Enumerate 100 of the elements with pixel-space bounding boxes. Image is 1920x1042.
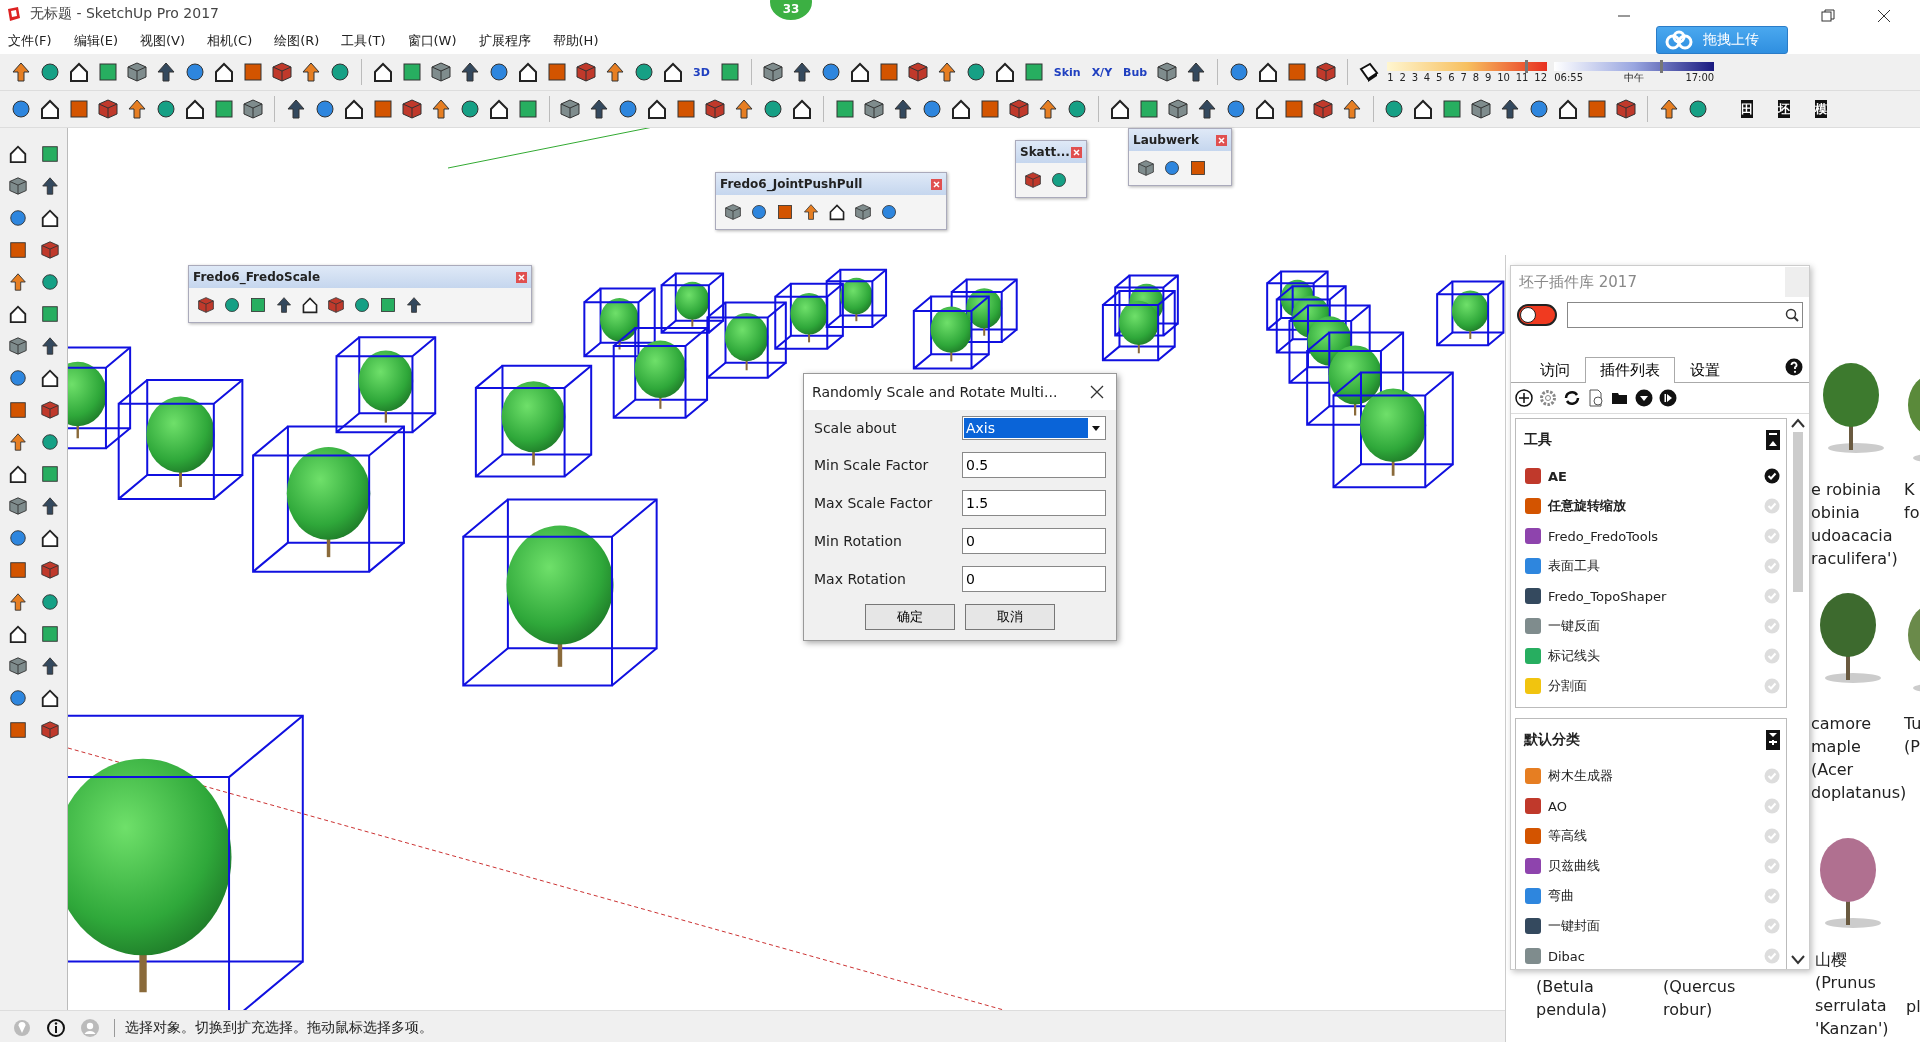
square-icon[interactable] [379, 296, 397, 314]
circle-icon[interactable] [1228, 61, 1251, 83]
circle-icon[interactable] [880, 203, 898, 221]
plant-name[interactable]: 山樱 (Prunus serrulata 'Kanzan') [1815, 948, 1889, 1040]
cube-icon[interactable] [862, 98, 885, 120]
arrow-icon[interactable] [429, 98, 452, 120]
plant-name[interactable]: (Betula pendula) [1536, 975, 1607, 1021]
check-icon[interactable] [1764, 648, 1780, 664]
expand-icon[interactable] [1766, 730, 1780, 750]
square-icon[interactable] [39, 144, 60, 164]
arrow-icon[interactable] [588, 98, 611, 120]
input-field[interactable]: 0.5 [962, 452, 1106, 478]
arrow-icon[interactable] [1657, 98, 1680, 120]
close-icon[interactable] [1090, 385, 1104, 399]
cube-icon[interactable] [854, 203, 872, 221]
cube-icon[interactable] [906, 61, 929, 83]
square-icon[interactable] [39, 624, 60, 644]
square-icon[interactable] [39, 464, 60, 484]
plugin-name[interactable]: 标记线头 [1548, 647, 1758, 665]
cube-icon[interactable] [1166, 98, 1189, 120]
circle-icon[interactable] [1686, 98, 1709, 120]
cube-icon[interactable] [761, 61, 784, 83]
cube-icon[interactable] [7, 656, 28, 676]
circle-icon[interactable] [1383, 98, 1406, 120]
arrow-icon[interactable] [1195, 98, 1218, 120]
square-icon[interactable] [675, 98, 698, 120]
menu-item[interactable]: 工具(T) [341, 32, 386, 50]
house-icon[interactable] [7, 624, 28, 644]
collapse-icon[interactable] [1635, 389, 1653, 407]
square-icon[interactable] [833, 98, 856, 120]
time-slider[interactable] [1554, 61, 1715, 71]
square-icon[interactable] [718, 61, 741, 83]
cube-icon[interactable] [430, 61, 452, 83]
square-icon[interactable] [7, 400, 28, 420]
circle-icon[interactable] [1065, 98, 1088, 120]
cube-icon[interactable] [1615, 98, 1638, 120]
arrow-icon[interactable] [1499, 98, 1522, 120]
plugin-name[interactable]: AE [1548, 468, 1758, 484]
cube-icon[interactable] [1137, 159, 1155, 177]
input-field[interactable]: 0 [962, 566, 1106, 592]
plant-name[interactable]: (Quercus robur) [1663, 975, 1736, 1021]
cube-icon[interactable] [242, 98, 264, 120]
scrollbar-thumb[interactable] [1793, 432, 1803, 592]
house-icon[interactable] [662, 61, 684, 83]
house-icon[interactable] [949, 98, 972, 120]
circle-icon[interactable] [1163, 159, 1181, 177]
cube-icon[interactable] [7, 176, 28, 196]
slider-thumb[interactable] [1524, 59, 1528, 73]
plugin-name[interactable]: 分割面 [1548, 677, 1758, 695]
circle-icon[interactable] [10, 98, 32, 120]
house-icon[interactable] [372, 61, 394, 83]
square-icon[interactable] [401, 61, 423, 83]
help-icon[interactable] [1785, 358, 1803, 376]
circle-icon[interactable] [458, 98, 481, 120]
cube-icon[interactable] [39, 400, 60, 420]
toggle-switch[interactable] [1517, 304, 1557, 326]
check-icon[interactable] [1764, 498, 1780, 514]
cube-icon[interactable] [1156, 61, 1179, 83]
plant-name[interactable]: pl [1906, 995, 1920, 1018]
cube-icon[interactable] [327, 296, 345, 314]
square-icon[interactable] [1137, 98, 1160, 120]
cube-icon[interactable] [126, 61, 148, 83]
collapse-icon[interactable] [1766, 430, 1780, 450]
house-icon[interactable] [1253, 98, 1276, 120]
cube-icon[interactable] [1315, 61, 1338, 83]
circle-icon[interactable] [1528, 98, 1551, 120]
plugin-name[interactable]: 表面工具 [1548, 557, 1758, 575]
square-icon[interactable] [249, 296, 267, 314]
circle-icon[interactable] [353, 296, 371, 314]
square-icon[interactable] [516, 98, 539, 120]
close-icon[interactable] [1876, 8, 1892, 24]
menu-item[interactable]: 扩展程序 [478, 32, 531, 50]
house-icon[interactable] [848, 61, 871, 83]
arrow-icon[interactable] [891, 98, 914, 120]
house-icon[interactable] [1412, 98, 1435, 120]
circle-icon[interactable] [39, 432, 60, 452]
circle-icon[interactable] [750, 203, 768, 221]
arrow-icon[interactable] [155, 61, 177, 83]
menu-item[interactable]: 绘图(R) [274, 32, 320, 50]
square-icon[interactable] [7, 560, 28, 580]
check-icon[interactable] [1764, 858, 1780, 874]
input-field[interactable]: 1.5 [962, 490, 1106, 516]
square-icon[interactable] [213, 98, 235, 120]
circle-icon[interactable] [39, 592, 60, 612]
square-icon[interactable] [776, 203, 794, 221]
house-icon[interactable] [1557, 98, 1580, 120]
square-icon[interactable] [39, 304, 60, 324]
tab[interactable]: 设置 [1675, 357, 1735, 383]
circle-icon[interactable] [488, 61, 510, 83]
house-icon[interactable] [39, 368, 60, 388]
check-icon[interactable] [1764, 678, 1780, 694]
circle-icon[interactable] [329, 61, 351, 83]
check-icon[interactable] [1764, 828, 1780, 844]
toolbar-label-icon[interactable]: Bub [1121, 65, 1150, 79]
square-icon[interactable] [1022, 61, 1045, 83]
square-icon[interactable] [1286, 61, 1309, 83]
plugin-name[interactable]: 贝兹曲线 [1548, 857, 1758, 875]
square-icon[interactable] [371, 98, 394, 120]
arrow-icon[interactable] [10, 61, 32, 83]
arrow-icon[interactable] [802, 203, 820, 221]
